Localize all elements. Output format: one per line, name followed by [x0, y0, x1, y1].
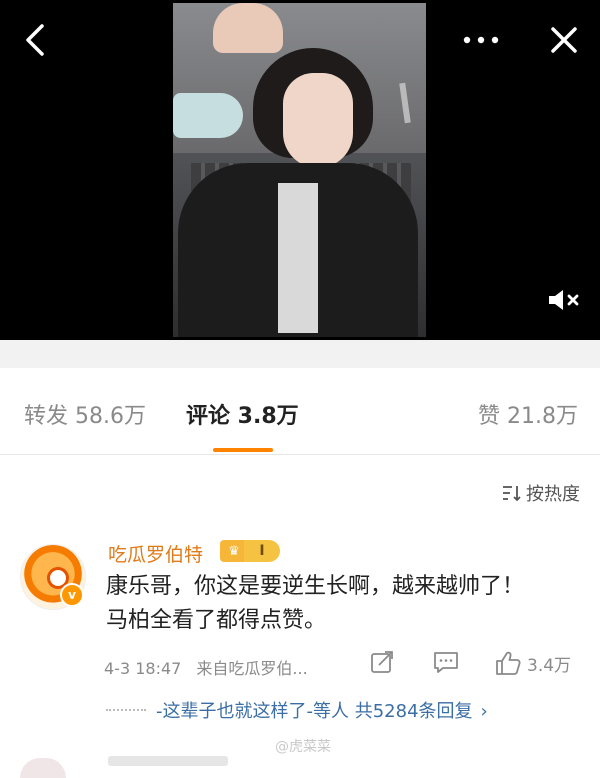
- next-comment-avatar: [20, 758, 66, 778]
- comment-username[interactable]: 吃瓜罗伯特: [108, 540, 203, 567]
- like-count: 3.4万: [527, 655, 572, 676]
- comment-meta: 4-3 18:47 来自吃瓜罗伯...: [104, 655, 308, 679]
- sort-label: 按热度: [526, 484, 580, 505]
- more-dots-icon: [463, 36, 499, 44]
- reply-summary-link[interactable]: -这辈子也就这样了-等人 共5284条回复 ›: [156, 697, 488, 723]
- chevron-right-icon: ›: [480, 701, 488, 722]
- comment-text-line: 康乐哥，你这是要逆生长啊，越来越帅了！: [106, 574, 525, 599]
- close-icon: [551, 27, 577, 53]
- speaker-muted-icon: [549, 290, 579, 310]
- tab-repost[interactable]: 转发 58.6万: [24, 398, 146, 430]
- share-icon: [371, 651, 393, 673]
- mute-button[interactable]: [542, 280, 586, 320]
- more-button[interactable]: [458, 20, 504, 60]
- reply-summary-text: -这辈子也就这样了-等人 共5284条回复: [156, 701, 473, 722]
- tab-comment[interactable]: 评论 3.8万: [186, 398, 299, 430]
- sort-button[interactable]: 按热度: [502, 480, 580, 506]
- comment-source: 来自吃瓜罗伯...: [196, 659, 308, 678]
- back-button[interactable]: [14, 20, 54, 60]
- comment-text: 康乐哥，你这是要逆生长啊，越来越帅了！ 马柏全看了都得点赞。: [106, 570, 586, 638]
- tab-like[interactable]: 赞 21.8万: [478, 398, 578, 430]
- share-button[interactable]: [370, 650, 394, 674]
- active-tab-indicator: [213, 448, 273, 452]
- stats-tab-bar: 转发 58.6万 评论 3.8万 赞 21.8万: [0, 368, 600, 455]
- watermark: @虎菜菜: [275, 739, 331, 755]
- thumbs-up-icon: [496, 651, 521, 675]
- comment-text-line: 马柏全看了都得点赞。: [106, 608, 327, 633]
- comment-timestamp: 4-3 18:47: [104, 659, 182, 678]
- sort-icon: [503, 486, 521, 502]
- video-player[interactable]: [0, 0, 600, 340]
- reply-button[interactable]: [433, 650, 459, 674]
- verified-badge-icon: v: [60, 583, 84, 607]
- chevron-left-icon: [26, 24, 44, 56]
- reply-divider: [106, 709, 146, 711]
- close-button[interactable]: [544, 20, 584, 60]
- like-button[interactable]: 3.4万: [495, 650, 571, 676]
- comment-icon: [434, 652, 458, 673]
- level-badge: I: [244, 540, 280, 562]
- section-separator: [0, 340, 600, 368]
- video-frame: [173, 3, 426, 337]
- next-comment-username: [108, 756, 228, 766]
